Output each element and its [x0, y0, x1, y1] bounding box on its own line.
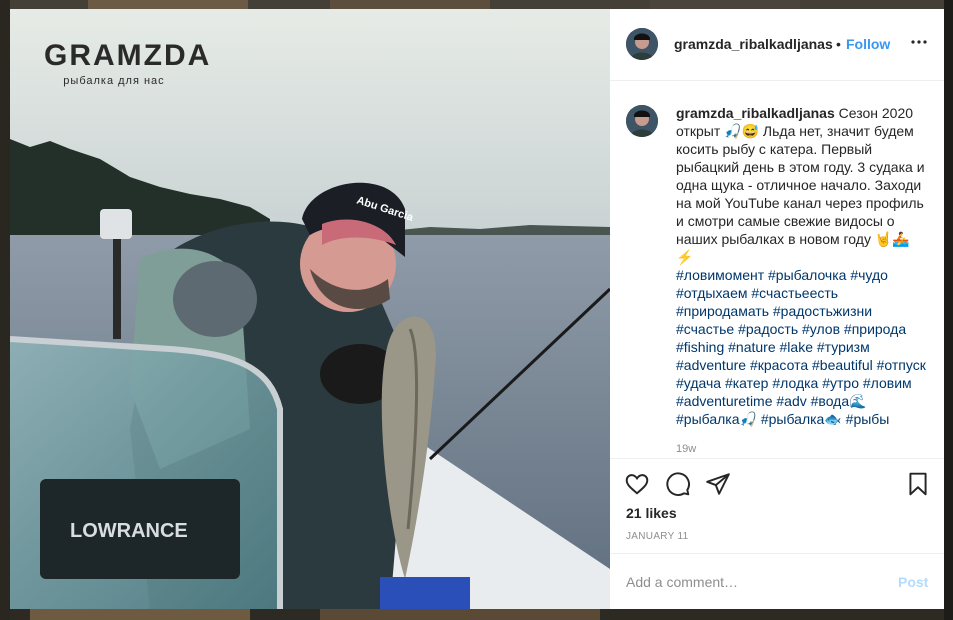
post-caption: gramzda_ribalkadljanas Сезон 2020 открыт…: [676, 104, 926, 428]
comment-bar: Post: [610, 553, 944, 610]
post-comment-button[interactable]: Post: [898, 574, 928, 590]
post-time-ago[interactable]: 19w: [676, 443, 696, 455]
post-date[interactable]: JANUARY 11: [626, 531, 688, 542]
logo-title: GRAMZDA: [44, 39, 212, 72]
caption-text: Сезон 2020 открыт 🎣😅 Льда нет, значит бу…: [676, 105, 925, 265]
caption-avatar[interactable]: [626, 105, 658, 137]
background-tile: [88, 0, 248, 9]
comment-input[interactable]: [626, 572, 876, 592]
background-tile: [0, 0, 10, 620]
background-tile: [330, 0, 490, 9]
post-side-panel: gramzda_ribalkadljanas • Follow gramzda_…: [610, 9, 944, 609]
logo-subtitle: рыбалка для нас: [63, 75, 165, 87]
fishing-photo-illustration: Abu Garcia LOWRANCE: [10, 9, 610, 609]
post-actions: 21 likes JANUARY 11: [610, 458, 944, 555]
heart-icon[interactable]: [624, 471, 650, 497]
comment-icon[interactable]: [665, 471, 691, 497]
more-horizontal-icon[interactable]: [910, 33, 928, 51]
avatar-image: [626, 28, 658, 60]
send-icon[interactable]: [705, 471, 731, 497]
bookmark-icon[interactable]: [905, 471, 931, 497]
separator-dot: •: [836, 36, 841, 52]
follow-button[interactable]: Follow: [846, 36, 890, 52]
header-username[interactable]: gramzda_ribalkadljanas: [674, 36, 833, 52]
brand-logo: GRAMZDA рыбалка для нас: [44, 39, 212, 87]
comments-section: gramzda_ribalkadljanas Сезон 2020 открыт…: [610, 81, 944, 457]
background-tile: [30, 609, 250, 620]
lowrance-text: LOWRANCE: [70, 520, 188, 542]
caption-hashtags[interactable]: #ловимомент #рыбалочка #чудо #отдыхаем #…: [676, 267, 926, 427]
background-tile: [650, 0, 800, 9]
post-header: gramzda_ribalkadljanas • Follow: [610, 9, 944, 81]
post-photo[interactable]: Abu Garcia LOWRANCE GRAMZDA рыбалка для …: [10, 9, 610, 609]
likes-count[interactable]: 21 likes: [626, 505, 677, 521]
avatar[interactable]: [626, 28, 658, 60]
background-tile: [320, 609, 600, 620]
background-tile: [944, 0, 953, 620]
avatar-image: [626, 105, 658, 137]
caption-username[interactable]: gramzda_ribalkadljanas: [676, 105, 835, 121]
